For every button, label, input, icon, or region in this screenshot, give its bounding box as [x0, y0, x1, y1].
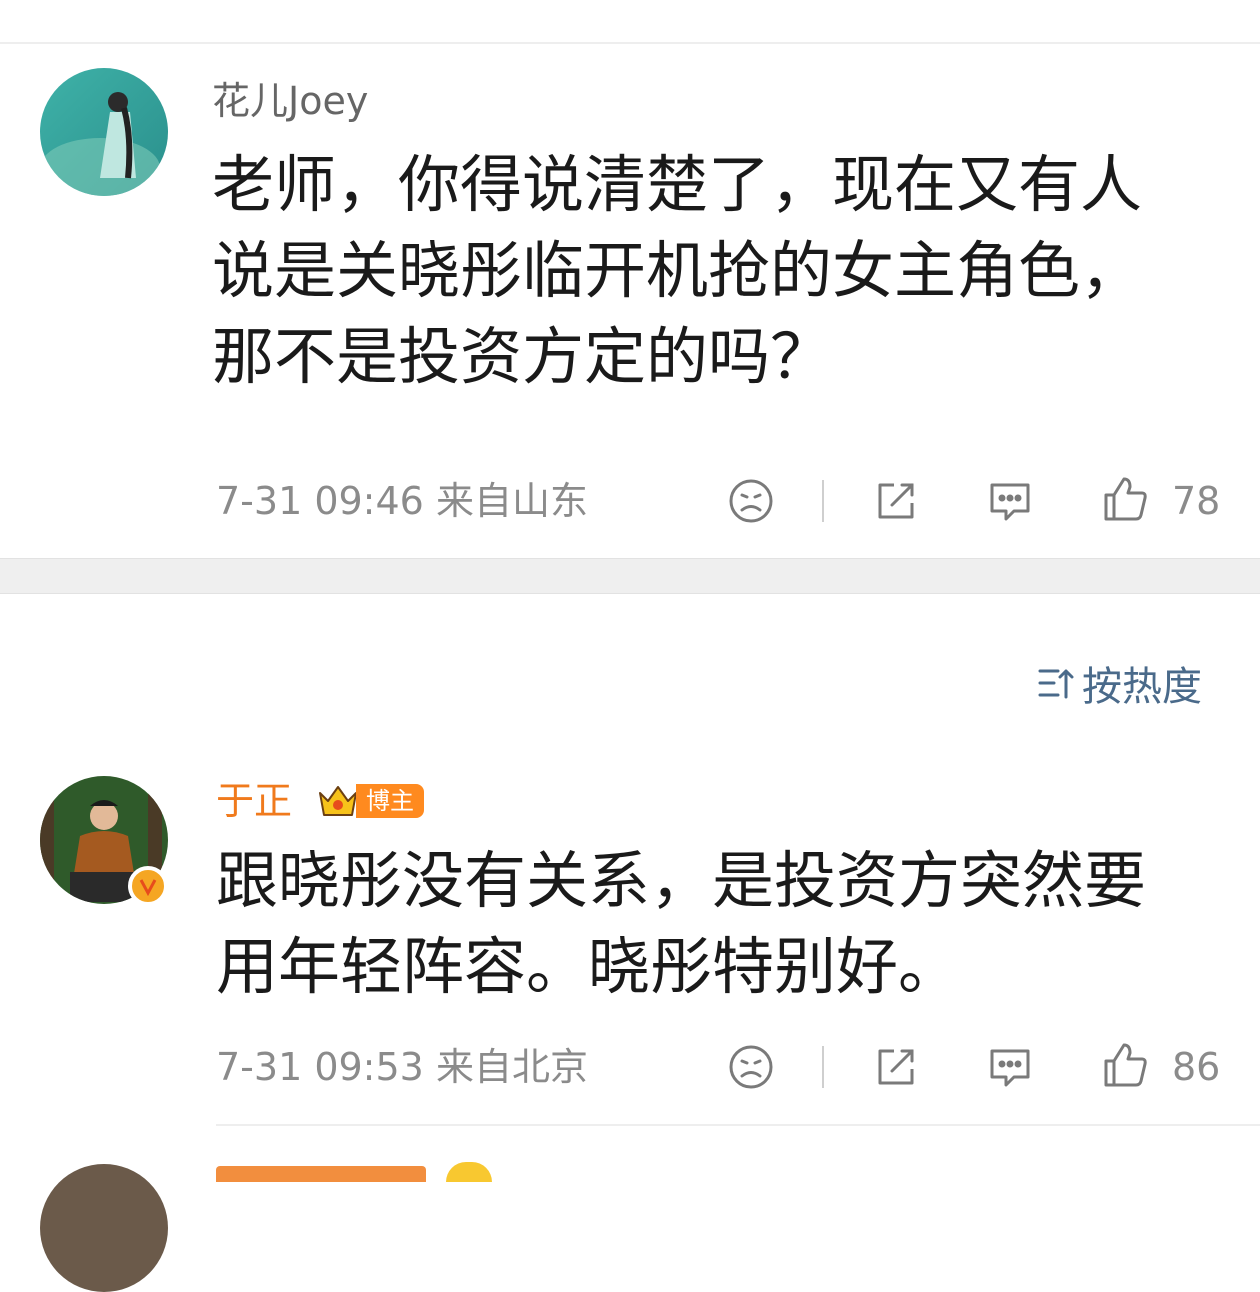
timestamp: 7-31 09:53: [216, 1045, 424, 1089]
location: 来自北京: [435, 1045, 588, 1089]
avatar[interactable]: [40, 68, 168, 196]
sort-button[interactable]: 按热度: [1036, 660, 1202, 710]
crown-icon: [319, 786, 357, 816]
avatar[interactable]: [40, 1164, 168, 1292]
comment-meta: 7-31 09:53 来自北京: [216, 1044, 588, 1090]
like-count: 86: [1172, 1045, 1221, 1089]
action-separator: [822, 1046, 824, 1088]
blogger-badge: 博主: [316, 778, 424, 824]
username[interactable]: 花儿Joey: [212, 78, 368, 124]
share-icon[interactable]: [872, 1043, 920, 1091]
share-icon[interactable]: [872, 477, 920, 525]
sad-face-icon[interactable]: [727, 477, 775, 525]
cutoff-username: [216, 1166, 426, 1182]
comment-icon[interactable]: [986, 1043, 1034, 1091]
sort-label: 按热度: [1082, 664, 1202, 710]
action-separator: [822, 480, 824, 522]
top-divider: [0, 42, 1260, 44]
section-gap: [0, 558, 1260, 594]
comment-icon[interactable]: [986, 477, 1034, 525]
comment-meta: 7-31 09:46 来自山东: [216, 478, 588, 524]
comment-divider: [216, 1124, 1260, 1126]
like-count: 78: [1172, 479, 1221, 523]
comment-text: 跟晓彤没有关系，是投资方突然要用年轻阵容。晓彤特别好。: [216, 844, 1147, 1003]
crown-icon: [446, 1162, 492, 1182]
username[interactable]: 于正: [216, 778, 292, 824]
thumbs-up-icon[interactable]: [1102, 475, 1150, 523]
verified-icon: [128, 866, 168, 906]
sort-icon: [1038, 669, 1074, 699]
location: 来自山东: [435, 479, 588, 523]
comment-text: 老师，你得说清楚了，现在又有人说是关晓彤临开机抢的女主角色，那不是投资方定的吗？: [212, 148, 1143, 393]
timestamp: 7-31 09:46: [216, 479, 424, 523]
badge-label: 博主: [356, 784, 424, 818]
sad-face-icon[interactable]: [727, 1043, 775, 1091]
thumbs-up-icon[interactable]: [1102, 1041, 1150, 1089]
